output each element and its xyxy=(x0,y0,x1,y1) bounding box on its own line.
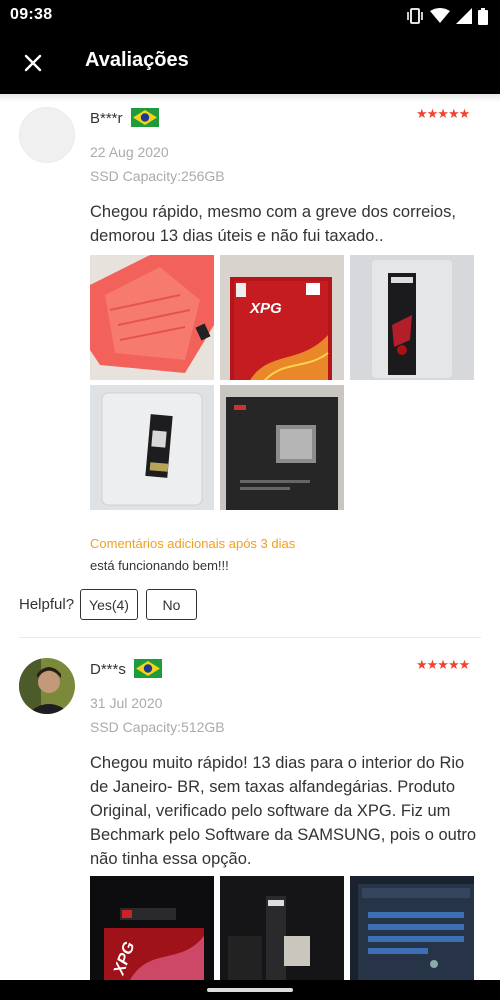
product-variant: SSD Capacity:512GB xyxy=(90,719,225,735)
reviewer-name: B***r xyxy=(90,110,123,127)
helpful-no-button[interactable]: No xyxy=(146,589,197,620)
avatar[interactable] xyxy=(19,658,75,714)
page-title: Avaliações xyxy=(85,49,189,71)
rating-stars: ★★★★★ xyxy=(416,657,470,672)
reviews-screen: 09:38 Avaliações B***r ★★★★★ 22 Aug 2020… xyxy=(0,0,500,1000)
review-photo[interactable] xyxy=(220,385,344,510)
helpful-label: Helpful? xyxy=(19,596,75,613)
review-text-line: Original, verificado pelo software da XP… xyxy=(90,802,451,820)
review-text-line: não tinha essa opção. xyxy=(90,850,252,868)
review-text: Chegou muito rápido! 13 dias para o inte… xyxy=(90,751,485,871)
review-date: 22 Aug 2020 xyxy=(90,144,169,160)
product-variant: SSD Capacity:256GB xyxy=(90,168,225,184)
brazil-flag-icon xyxy=(134,659,162,678)
review-text-line: Chegou rápido, mesmo com a greve dos cor… xyxy=(90,203,456,221)
review-photo[interactable]: XPG xyxy=(90,876,214,980)
review-photo[interactable]: XPG xyxy=(220,255,344,380)
review-divider xyxy=(19,637,481,638)
status-time: 09:38 xyxy=(10,6,53,23)
app-bar: Avaliações xyxy=(0,32,500,94)
battery-icon xyxy=(478,7,488,25)
review-text: Chegou rápido, mesmo com a greve dos cor… xyxy=(90,200,485,248)
status-icons xyxy=(406,7,488,25)
review-date: 31 Jul 2020 xyxy=(90,695,163,711)
review-photo[interactable] xyxy=(350,255,474,380)
review-photo[interactable] xyxy=(90,255,214,380)
rating-stars: ★★★★★ xyxy=(416,106,470,121)
close-icon xyxy=(24,54,42,72)
brazil-flag-icon xyxy=(131,108,159,127)
app-bar-shadow xyxy=(0,94,500,102)
review-photo[interactable] xyxy=(350,876,474,980)
vibrate-icon xyxy=(407,8,423,24)
followup-text: está funcionando bem!!! xyxy=(90,558,229,573)
wifi-icon xyxy=(430,8,450,23)
review-photo[interactable] xyxy=(90,385,214,510)
avatar[interactable] xyxy=(19,107,75,163)
signal-icon xyxy=(456,8,472,24)
review-text-line: Chegou muito rápido! 13 dias para o inte… xyxy=(90,754,465,772)
home-gesture-bar[interactable] xyxy=(207,988,293,992)
review-photo[interactable] xyxy=(220,876,344,980)
svg-text:XPG: XPG xyxy=(249,300,282,317)
helpful-yes-button[interactable]: Yes(4) xyxy=(80,589,138,620)
status-bar: 09:38 xyxy=(0,0,500,32)
close-button[interactable] xyxy=(19,49,47,77)
system-nav-bar xyxy=(0,980,500,1000)
reviewer-name: D***s xyxy=(90,661,126,678)
review-text-line: Bechmark pelo Software da SAMSUNG, pois … xyxy=(90,826,477,844)
followup-label: Comentários adicionais após 3 dias xyxy=(90,536,296,551)
review-text-line: demorou 13 dias úteis e não fui taxado.. xyxy=(90,227,384,245)
review-text-line: de Janeiro- BR, sem taxas alfandegárias.… xyxy=(90,778,456,796)
